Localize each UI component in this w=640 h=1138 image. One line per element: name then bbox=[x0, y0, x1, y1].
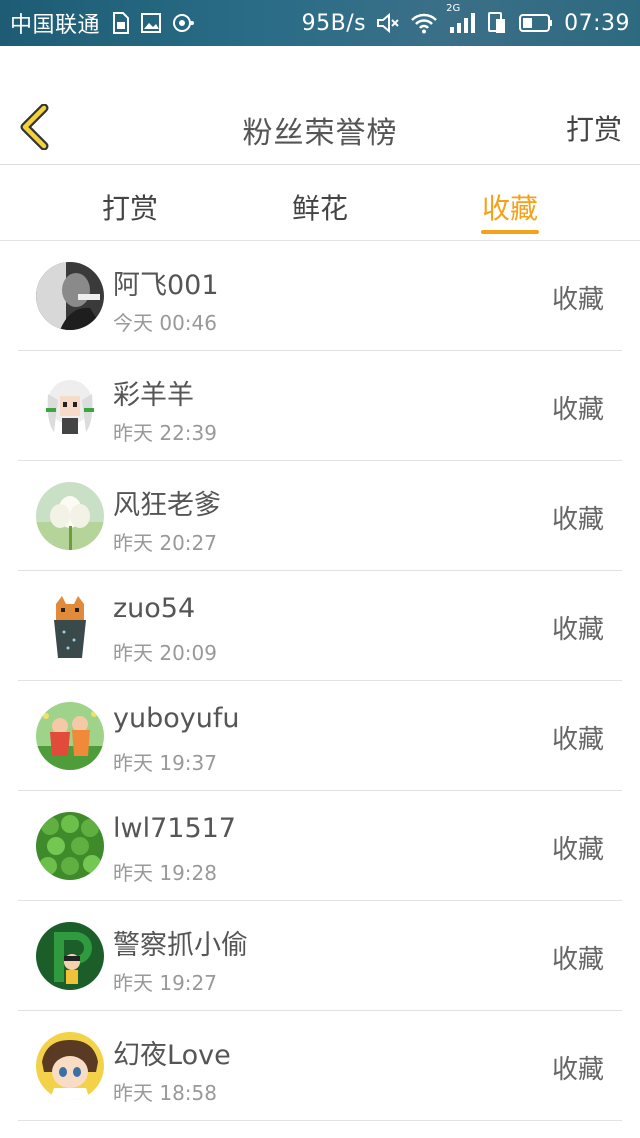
fan-name: 彩羊羊 bbox=[113, 380, 194, 411]
fan-action[interactable]: 收藏 bbox=[552, 1049, 604, 1086]
status-bar: 中国联通 95B/s 2G 07:39 bbox=[0, 0, 640, 46]
avatar bbox=[36, 372, 104, 440]
avatar bbox=[36, 702, 104, 770]
sim-icon bbox=[110, 11, 130, 35]
fan-name: lwl71517 bbox=[113, 813, 236, 844]
wifi-icon bbox=[410, 12, 438, 34]
tab-flowers[interactable]: 鲜花 bbox=[260, 187, 380, 227]
network-type: 2G bbox=[446, 3, 461, 14]
mute-icon bbox=[376, 12, 400, 34]
fan-time: 昨天 22:39 bbox=[113, 421, 217, 445]
carrier-name: 中国联通 bbox=[10, 13, 101, 38]
avatar bbox=[36, 1032, 104, 1100]
signal-icon: 2G bbox=[446, 3, 476, 35]
battery-icon bbox=[518, 12, 554, 34]
active-tab-indicator bbox=[481, 230, 539, 234]
fan-action[interactable]: 收藏 bbox=[552, 389, 604, 426]
fan-action[interactable]: 收藏 bbox=[552, 939, 604, 976]
fan-action[interactable]: 收藏 bbox=[552, 719, 604, 756]
fan-action[interactable]: 收藏 bbox=[552, 499, 604, 536]
notification-icon bbox=[172, 12, 196, 34]
status-time: 07:39 bbox=[564, 10, 630, 36]
list-item[interactable]: 幻夜Love 昨天 18:58 收藏 bbox=[0, 1011, 640, 1121]
list-item[interactable]: lwl71517 昨天 19:28 收藏 bbox=[0, 791, 640, 901]
list-item[interactable]: yuboyufu 昨天 19:37 收藏 bbox=[0, 681, 640, 791]
fan-time: 昨天 20:27 bbox=[113, 531, 217, 555]
list-item[interactable]: zuo54 昨天 20:09 收藏 bbox=[0, 571, 640, 681]
reward-button[interactable]: 打赏 bbox=[566, 108, 622, 148]
fan-time: 昨天 19:27 bbox=[113, 971, 217, 995]
fan-action[interactable]: 收藏 bbox=[552, 829, 604, 866]
list-item[interactable]: 警察抓小偷 昨天 19:27 收藏 bbox=[0, 901, 640, 1011]
avatar bbox=[36, 922, 104, 990]
image-icon bbox=[140, 12, 162, 34]
app-header: 粉丝荣誉榜 打赏 bbox=[0, 90, 640, 164]
list-item[interactable]: 彩羊羊 昨天 22:39 收藏 bbox=[0, 351, 640, 461]
fan-time: 今天 00:46 bbox=[113, 311, 217, 335]
sim2-icon bbox=[486, 11, 508, 35]
fan-time: 昨天 20:09 bbox=[113, 641, 217, 665]
tab-bar: 打赏 鲜花 收藏 bbox=[0, 165, 640, 240]
fan-name: 风狂老爹 bbox=[113, 490, 221, 521]
fan-name: 阿飞001 bbox=[113, 270, 219, 301]
avatar bbox=[36, 592, 104, 660]
fan-time: 昨天 18:58 bbox=[113, 1081, 217, 1105]
fan-name: zuo54 bbox=[113, 593, 196, 624]
network-speed: 95B/s bbox=[301, 10, 367, 36]
list-item[interactable]: 风狂老爹 昨天 20:27 收藏 bbox=[0, 461, 640, 571]
fan-action[interactable]: 收藏 bbox=[552, 279, 604, 316]
fan-name: 警察抓小偷 bbox=[113, 930, 248, 961]
tab-favorites[interactable]: 收藏 bbox=[450, 187, 570, 227]
avatar bbox=[36, 262, 104, 330]
fan-action[interactable]: 收藏 bbox=[552, 609, 604, 646]
fan-name: yuboyufu bbox=[113, 703, 240, 734]
fan-time: 昨天 19:28 bbox=[113, 861, 217, 885]
page-title: 粉丝荣誉榜 bbox=[242, 116, 398, 151]
tab-reward[interactable]: 打赏 bbox=[70, 187, 190, 227]
fan-list: 阿飞001 今天 00:46 收藏 彩羊羊 昨天 22:39 收藏 风狂老爹 昨… bbox=[0, 241, 640, 1121]
avatar bbox=[36, 482, 104, 550]
list-item[interactable]: 阿飞001 今天 00:46 收藏 bbox=[0, 241, 640, 351]
avatar bbox=[36, 812, 104, 880]
fan-name: 幻夜Love bbox=[113, 1040, 231, 1071]
fan-time: 昨天 19:37 bbox=[113, 751, 217, 775]
